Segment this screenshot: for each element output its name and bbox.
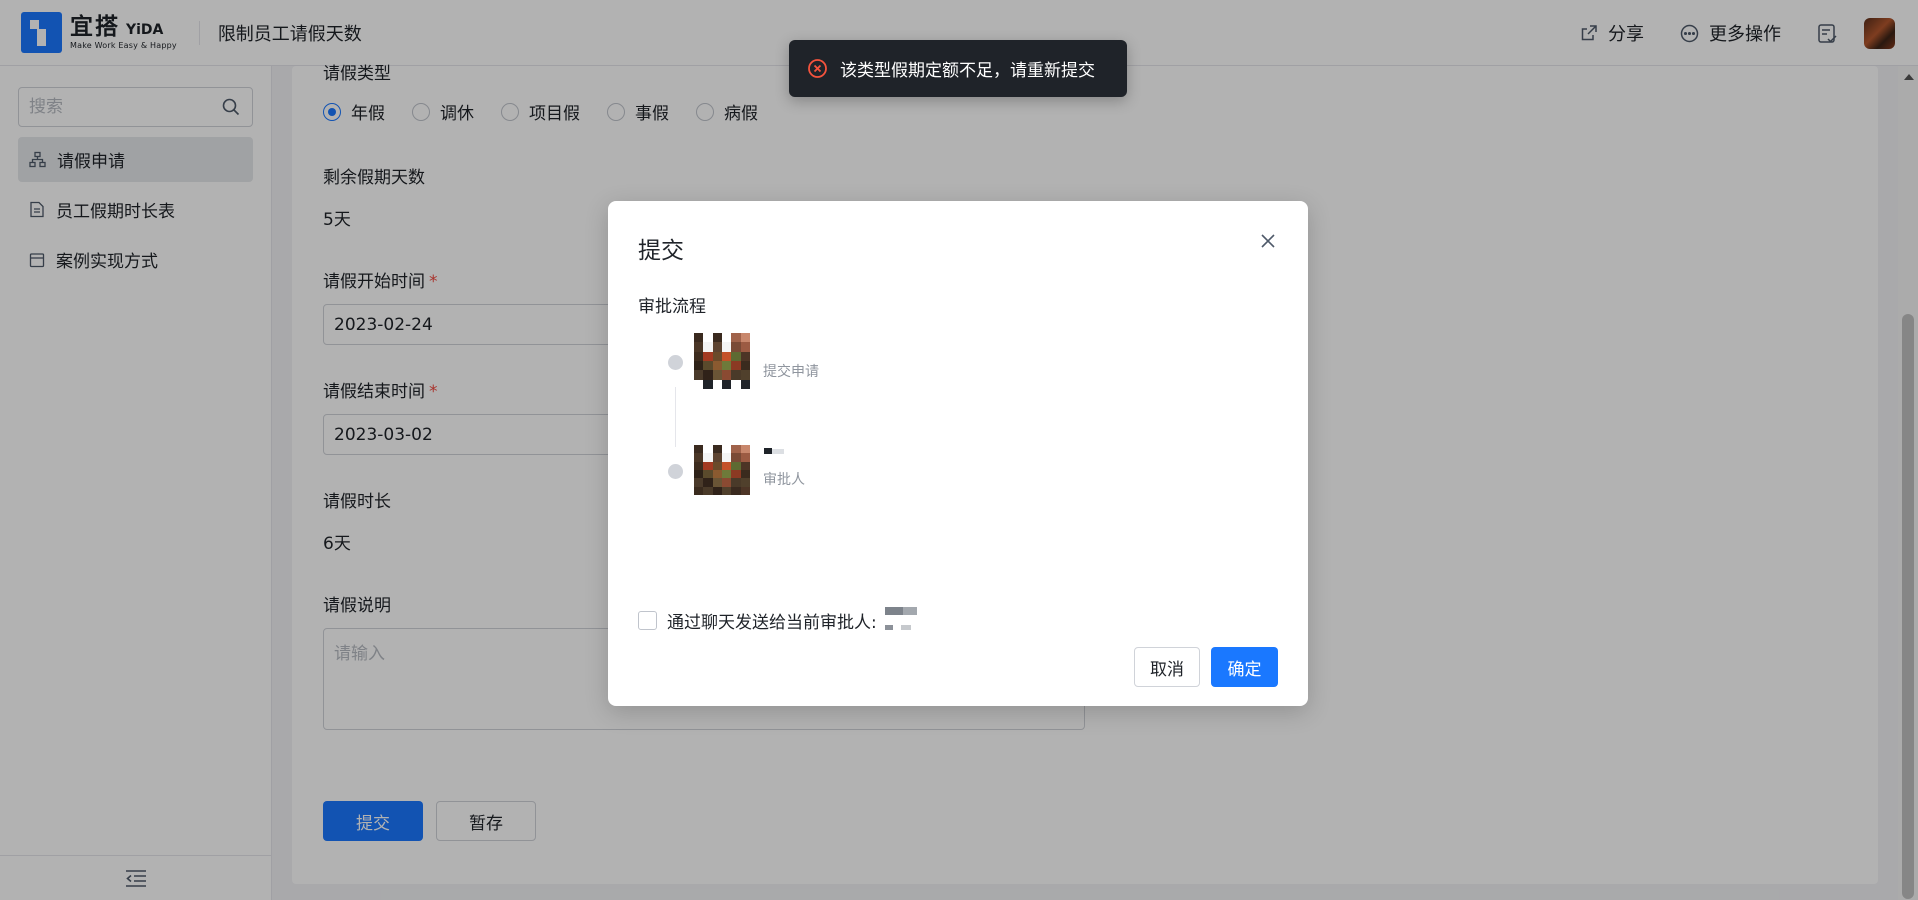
approval-flow-label: 审批流程 <box>638 297 706 317</box>
error-circle-icon <box>808 59 827 78</box>
confirm-button[interactable]: 确定 <box>1211 647 1278 687</box>
cancel-button[interactable]: 取消 <box>1134 647 1200 687</box>
notify-label: 通过聊天发送给当前审批人: <box>667 612 877 633</box>
approver-role: 审批人 <box>763 472 805 488</box>
flow-step-dot <box>668 464 683 479</box>
flow-connector <box>675 387 676 447</box>
notify-approver-row: 通过聊天发送给当前审批人: <box>638 607 919 633</box>
close-icon[interactable] <box>1258 231 1278 251</box>
submit-dialog: 提交 审批流程 提交申请 审批人 通过聊天发送给当前审批人: 取消 确定 <box>608 201 1308 706</box>
blurred-name-mark <box>764 448 772 454</box>
flow-step-dot <box>668 355 683 370</box>
submitter-role: 提交申请 <box>763 364 819 380</box>
dialog-title: 提交 <box>638 238 684 264</box>
notify-checkbox[interactable] <box>638 610 657 630</box>
approver-avatar <box>694 445 750 495</box>
approver-name-blurred <box>884 607 919 633</box>
blurred-name-mark <box>772 449 784 454</box>
toast-message: 该类型假期定额不足，请重新提交 <box>840 61 1095 81</box>
error-toast: 该类型假期定额不足，请重新提交 <box>789 40 1127 97</box>
submitter-avatar <box>694 333 750 389</box>
